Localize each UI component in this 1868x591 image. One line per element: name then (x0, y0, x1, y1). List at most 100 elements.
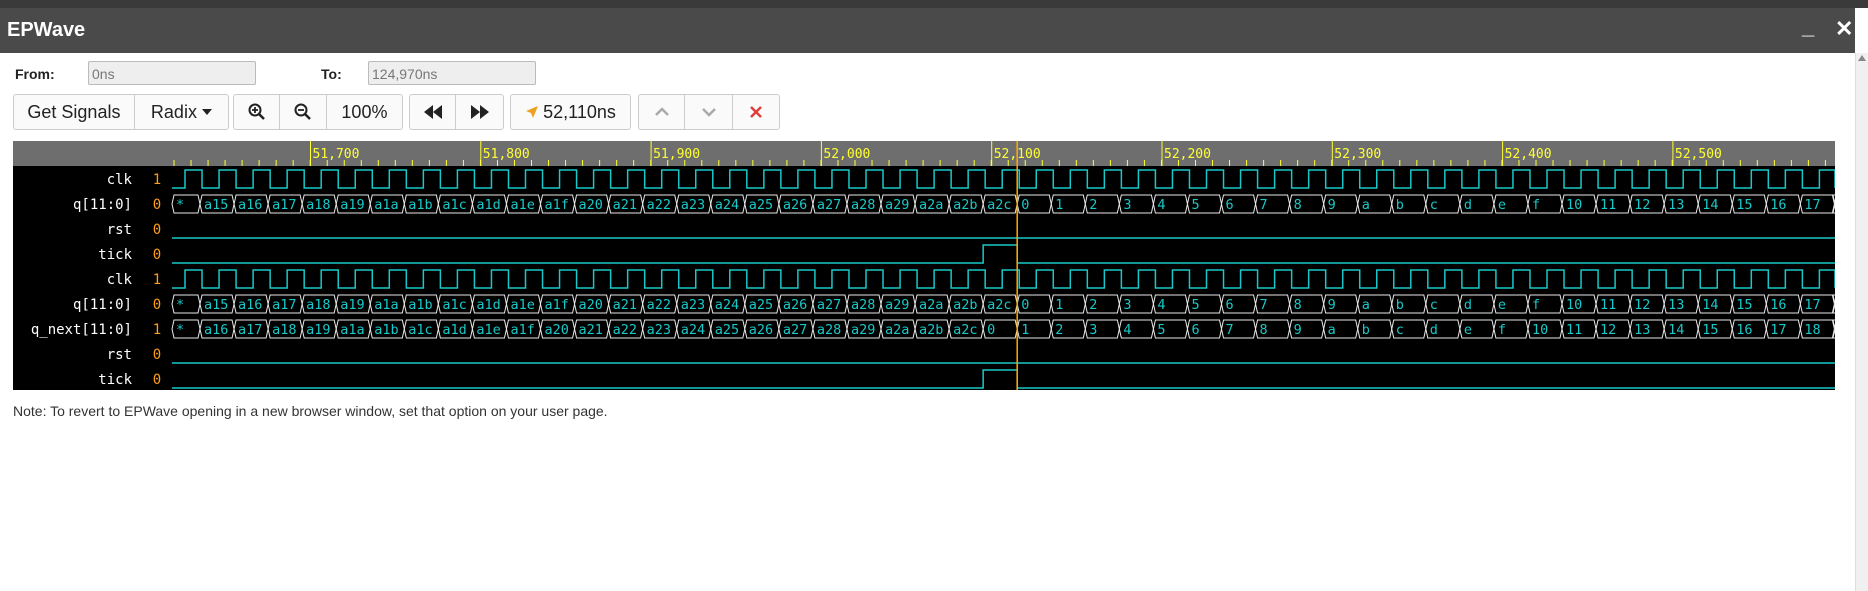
bus-value: 13 (1668, 297, 1684, 313)
bus-value: 14 (1668, 322, 1684, 338)
bus-value: 15 (1702, 322, 1718, 338)
bus-value: a18 (272, 322, 296, 338)
bus-value: 7 (1260, 297, 1268, 313)
zoom-level-button[interactable]: 100% (327, 95, 402, 129)
bus-value: 3 (1123, 197, 1131, 213)
bus-value: a1a (374, 197, 398, 213)
ruler-label: 51,800 (483, 147, 530, 162)
bus-value: a23 (647, 322, 671, 338)
bus-value: 11 (1600, 297, 1616, 313)
bus-value: a28 (851, 297, 875, 313)
bus-value: a19 (340, 197, 364, 213)
to-input[interactable]: 124,970ns (368, 61, 536, 85)
bus-value: f (1532, 297, 1540, 313)
next-edge-button[interactable] (685, 95, 733, 129)
bus-value: 12 (1600, 322, 1616, 338)
bus-value: a17 (272, 197, 296, 213)
bus-value: a1f (510, 322, 534, 338)
bus-value: 7 (1226, 322, 1234, 338)
zoom-out-button[interactable] (280, 95, 327, 129)
signal-name: rst (107, 347, 132, 363)
bus-value: 10 (1532, 322, 1548, 338)
bus-value: a26 (783, 197, 807, 213)
bus-value: 18 (1804, 322, 1820, 338)
bus-value: 16 (1770, 197, 1786, 213)
to-label: To: (321, 66, 342, 82)
signal-value: 0 (153, 372, 161, 388)
bus-value: a22 (613, 322, 637, 338)
bus-value: a1b (374, 322, 398, 338)
radix-dropdown[interactable]: Radix (135, 95, 228, 129)
cursor-time: 52,110ns (543, 101, 616, 122)
waveform-viewer[interactable]: 51,700 51,800 51,900 52,000 52,100 52,200 52,3… (13, 141, 1835, 390)
bus-value: a2c (987, 197, 1011, 213)
from-input[interactable]: 0ns (88, 61, 256, 85)
cursor-time-button[interactable]: 52,110ns (511, 95, 630, 129)
bus-value: 15 (1736, 197, 1752, 213)
close-window-button[interactable]: ✕ (1835, 16, 1853, 42)
bus-value: a1c (408, 322, 432, 338)
bus-value: * (176, 322, 184, 338)
zoom-out-icon (294, 103, 312, 120)
ruler-label: 52,000 (823, 147, 870, 162)
bus-value: 2 (1089, 197, 1097, 213)
bus-value: d (1464, 197, 1472, 213)
bus-value: 15 (1736, 297, 1752, 313)
bus-value: a1c (442, 197, 466, 213)
vertical-scrollbar[interactable] (1855, 53, 1868, 591)
bus-value: a25 (715, 322, 739, 338)
zoom-in-button[interactable] (234, 95, 281, 129)
bus-value: 8 (1260, 322, 1268, 338)
ruler-label: 52,300 (1334, 147, 1381, 162)
bus-value: a27 (817, 197, 841, 213)
caret-down-icon (201, 109, 212, 115)
bus-value: 16 (1736, 322, 1752, 338)
bus-value: a1e (510, 197, 534, 213)
bus-value: a2b (919, 322, 943, 338)
bus-value: 4 (1157, 297, 1165, 313)
bus-value: 16 (1770, 297, 1786, 313)
bus-value: 2 (1089, 297, 1097, 313)
bus-value: a2a (919, 197, 943, 213)
bus-value: a28 (851, 197, 875, 213)
bus-value: c (1430, 197, 1438, 213)
bus-value: a1a (374, 297, 398, 313)
title-bar: EPWave _ ✕ (0, 8, 1855, 53)
rewind-button[interactable] (410, 95, 457, 129)
signal-value: 0 (153, 347, 161, 363)
scroll-up-icon[interactable] (1858, 55, 1866, 61)
previous-edge-button[interactable] (639, 95, 686, 129)
minimize-button[interactable]: _ (1802, 14, 1814, 40)
bus-value: 9 (1328, 297, 1336, 313)
bus-value: 11 (1600, 197, 1616, 213)
bus-value: a1d (476, 297, 500, 313)
bus-value: 8 (1294, 197, 1302, 213)
bus-value: b (1396, 197, 1404, 213)
clear-marker-button[interactable] (733, 95, 779, 129)
bus-value: a1b (408, 297, 432, 313)
time-ruler[interactable] (13, 141, 1835, 166)
bus-value: 14 (1702, 197, 1718, 213)
bus-value: a2a (919, 297, 943, 313)
bus-value: e (1498, 297, 1506, 313)
bus-value: 9 (1328, 197, 1336, 213)
bus-value: 2 (1055, 322, 1063, 338)
cursor-time-group: 52,110ns (510, 94, 631, 130)
get-signals-button[interactable]: Get Signals (14, 95, 135, 129)
bus-value: * (176, 197, 184, 213)
bus-value: 5 (1157, 322, 1165, 338)
signal-name: q_next[11:0] (31, 322, 132, 338)
bus-value: a24 (715, 197, 739, 213)
from-label: From: (15, 66, 55, 82)
bus-value: 17 (1804, 197, 1820, 213)
fast-forward-button[interactable] (456, 95, 503, 129)
marker-group (638, 94, 780, 130)
bus-value: a21 (613, 297, 637, 313)
signals-radix-group: Get Signals Radix (13, 94, 229, 130)
bus-value: 5 (1191, 297, 1199, 313)
bus-value: a27 (783, 322, 807, 338)
rewind-icon (423, 105, 442, 119)
bus-value: 11 (1566, 322, 1582, 338)
signal-value: 0 (153, 222, 161, 238)
bus-value: a24 (715, 297, 739, 313)
